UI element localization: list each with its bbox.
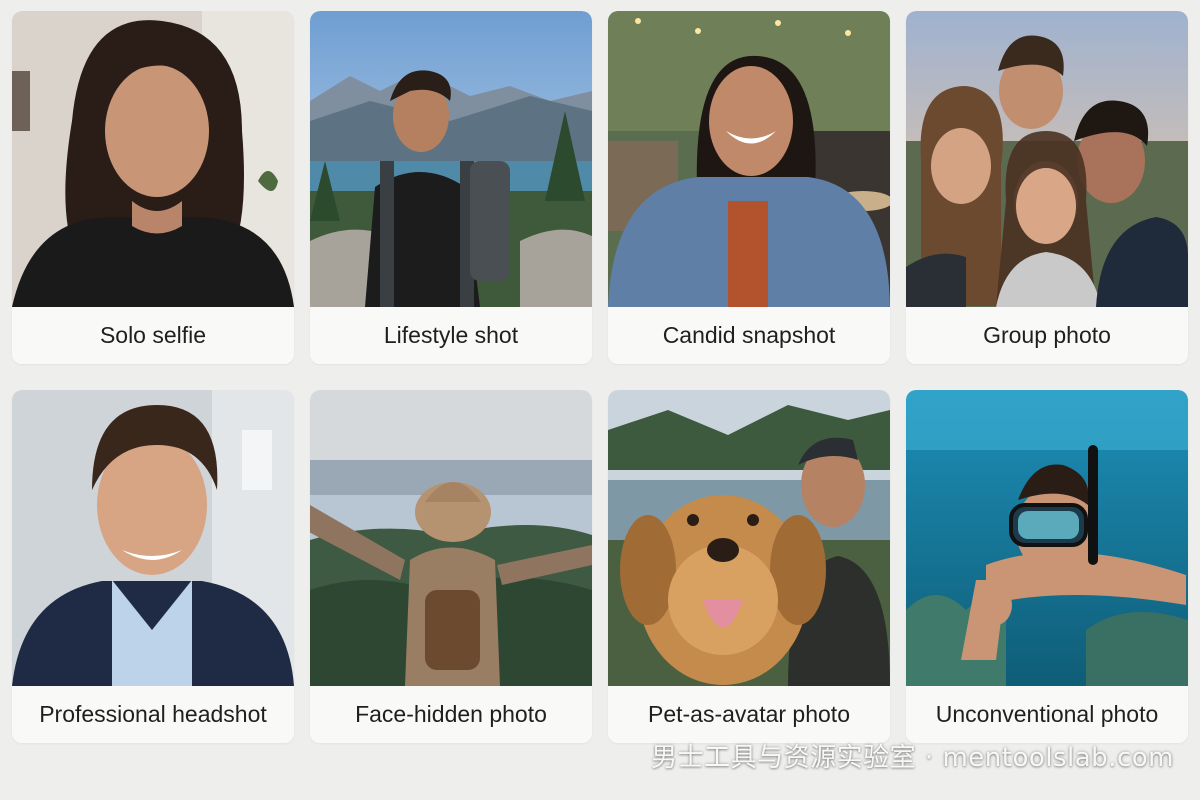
card-label: Group photo <box>906 307 1188 364</box>
unconventional-photo-photo <box>906 390 1188 686</box>
card-candid-snapshot[interactable]: Candid snapshot <box>608 11 890 364</box>
professional-headshot-photo <box>12 390 294 686</box>
face-hidden-photo-photo <box>310 390 592 686</box>
card-label: Candid snapshot <box>608 307 890 364</box>
card-label: Pet-as-avatar photo <box>608 686 890 743</box>
candid-snapshot-photo <box>608 11 890 307</box>
photo-type-grid: Solo selfie Lifestyle shot Candid snapsh… <box>12 11 1188 743</box>
card-label: Unconventional photo <box>906 686 1188 743</box>
card-group-photo[interactable]: Group photo <box>906 11 1188 364</box>
card-label: Face-hidden photo <box>310 686 592 743</box>
card-solo-selfie[interactable]: Solo selfie <box>12 11 294 364</box>
group-photo-photo <box>906 11 1188 307</box>
solo-selfie-photo <box>12 11 294 307</box>
card-label: Solo selfie <box>12 307 294 364</box>
lifestyle-shot-photo <box>310 11 592 307</box>
site-watermark: 男士工具与资源实验室 · mentoolslab.com <box>651 743 1174 773</box>
card-pet-as-avatar-photo[interactable]: Pet-as-avatar photo <box>608 390 890 743</box>
card-label: Lifestyle shot <box>310 307 592 364</box>
card-label: Professional headshot <box>12 686 294 743</box>
card-professional-headshot[interactable]: Professional headshot <box>12 390 294 743</box>
card-unconventional-photo[interactable]: Unconventional photo <box>906 390 1188 743</box>
card-lifestyle-shot[interactable]: Lifestyle shot <box>310 11 592 364</box>
card-face-hidden-photo[interactable]: Face-hidden photo <box>310 390 592 743</box>
pet-as-avatar-photo-photo <box>608 390 890 686</box>
